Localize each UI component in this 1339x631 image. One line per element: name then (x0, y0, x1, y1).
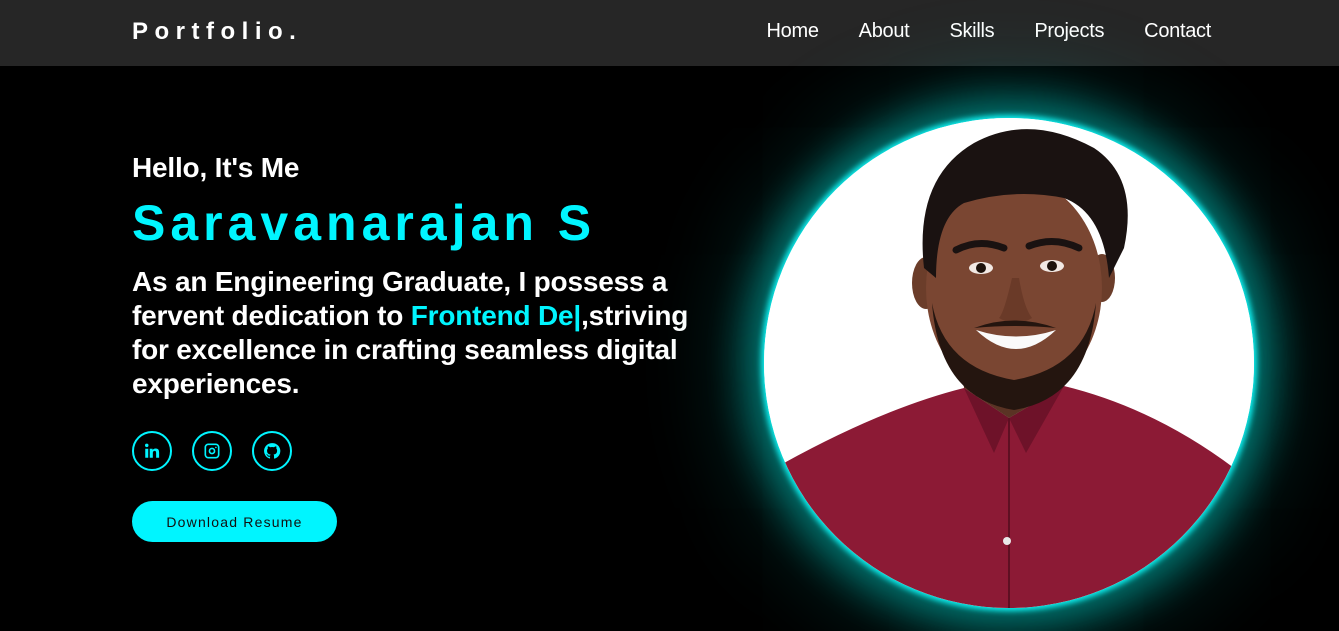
download-resume-button[interactable]: Download Resume (132, 501, 337, 542)
nav-link-about[interactable]: About (859, 20, 910, 43)
navbar: Portfolio. Home About Skills Projects Co… (0, 0, 1339, 66)
nav-links: Home About Skills Projects Contact (767, 20, 1212, 43)
logo[interactable]: Portfolio. (132, 18, 302, 46)
profile-illustration (764, 118, 1254, 608)
github-link[interactable] (252, 431, 292, 471)
instagram-link[interactable] (192, 431, 232, 471)
nav-link-contact[interactable]: Contact (1144, 20, 1211, 43)
instagram-icon (204, 443, 220, 459)
hero-name: Saravanarajan S (132, 195, 597, 251)
nav-link-skills[interactable]: Skills (949, 20, 994, 43)
hero-bio: As an Engineering Graduate, I possess a … (132, 265, 732, 401)
github-icon (264, 443, 281, 459)
linkedin-icon (145, 443, 160, 458)
hero-text: Hello, It's Me Saravanarajan S As an Eng… (132, 152, 732, 401)
linkedin-link[interactable] (132, 431, 172, 471)
greeting: Hello, It's Me (132, 152, 300, 183)
typing-text: Frontend De| (410, 300, 582, 331)
profile-photo (764, 118, 1254, 608)
nav-link-home[interactable]: Home (767, 20, 819, 43)
nav-link-projects[interactable]: Projects (1034, 20, 1104, 43)
social-links (132, 431, 292, 471)
